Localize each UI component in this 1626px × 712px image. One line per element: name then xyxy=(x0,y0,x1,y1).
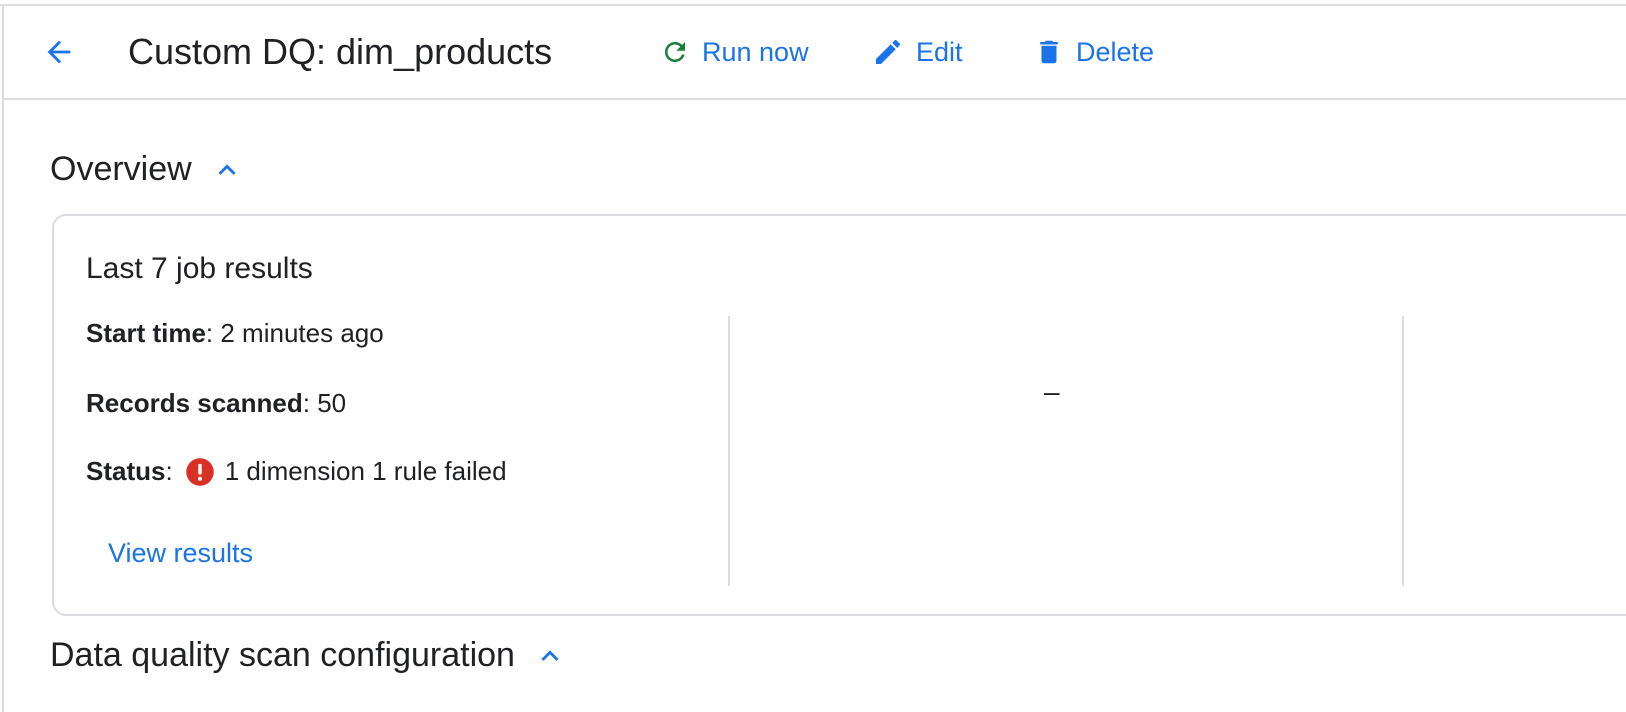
page-header: Custom DQ: dim_products Run now Edit Del… xyxy=(4,6,1626,100)
page: Custom DQ: dim_products Run now Edit Del… xyxy=(0,0,1626,712)
column-divider xyxy=(728,316,730,586)
config-heading-label: Data quality scan configuration xyxy=(50,636,515,674)
overview-collapse-button[interactable] xyxy=(210,153,244,187)
records-scanned-row: Records scanned : 50 xyxy=(86,388,346,419)
status-row: Status : 1 dimension 1 rule failed xyxy=(86,456,507,487)
page-title: Custom DQ: dim_products xyxy=(128,31,553,72)
back-button[interactable] xyxy=(34,30,84,74)
pencil-icon xyxy=(872,36,904,68)
error-icon xyxy=(185,457,215,487)
refresh-icon xyxy=(660,37,690,67)
empty-value: – xyxy=(1044,376,1060,407)
start-time-label: Start time xyxy=(86,318,206,348)
start-time-row: Start time : 2 minutes ago xyxy=(86,318,384,349)
arrow-left-icon xyxy=(42,35,76,69)
status-value: 1 dimension 1 rule failed xyxy=(224,456,507,486)
config-collapse-button[interactable] xyxy=(533,639,567,673)
status-label: Status xyxy=(86,456,166,486)
start-time-value: : 2 minutes ago xyxy=(205,318,384,348)
run-now-label: Run now xyxy=(702,36,809,67)
run-now-button[interactable]: Run now xyxy=(660,32,809,72)
records-scanned-label: Records scanned xyxy=(86,388,303,418)
chevron-up-icon xyxy=(533,639,567,673)
delete-label: Delete xyxy=(1076,36,1155,67)
overview-section-heading: Overview xyxy=(50,150,244,189)
chevron-up-icon xyxy=(210,153,244,187)
view-results-link[interactable]: View results xyxy=(108,538,253,569)
delete-button[interactable]: Delete xyxy=(1034,32,1154,72)
left-border xyxy=(2,4,4,712)
config-section-heading: Data quality scan configuration xyxy=(50,636,567,675)
records-scanned-value: : 50 xyxy=(302,388,347,418)
edit-label: Edit xyxy=(916,36,963,67)
trash-icon xyxy=(1034,36,1064,68)
edit-button[interactable]: Edit xyxy=(872,32,963,72)
column-divider xyxy=(1402,316,1404,586)
card-title: Last 7 job results xyxy=(86,252,313,285)
job-results-card: Last 7 job results Start time : 2 minute… xyxy=(52,214,1626,616)
status-separator: : xyxy=(165,456,173,486)
overview-heading-label: Overview xyxy=(50,150,192,188)
